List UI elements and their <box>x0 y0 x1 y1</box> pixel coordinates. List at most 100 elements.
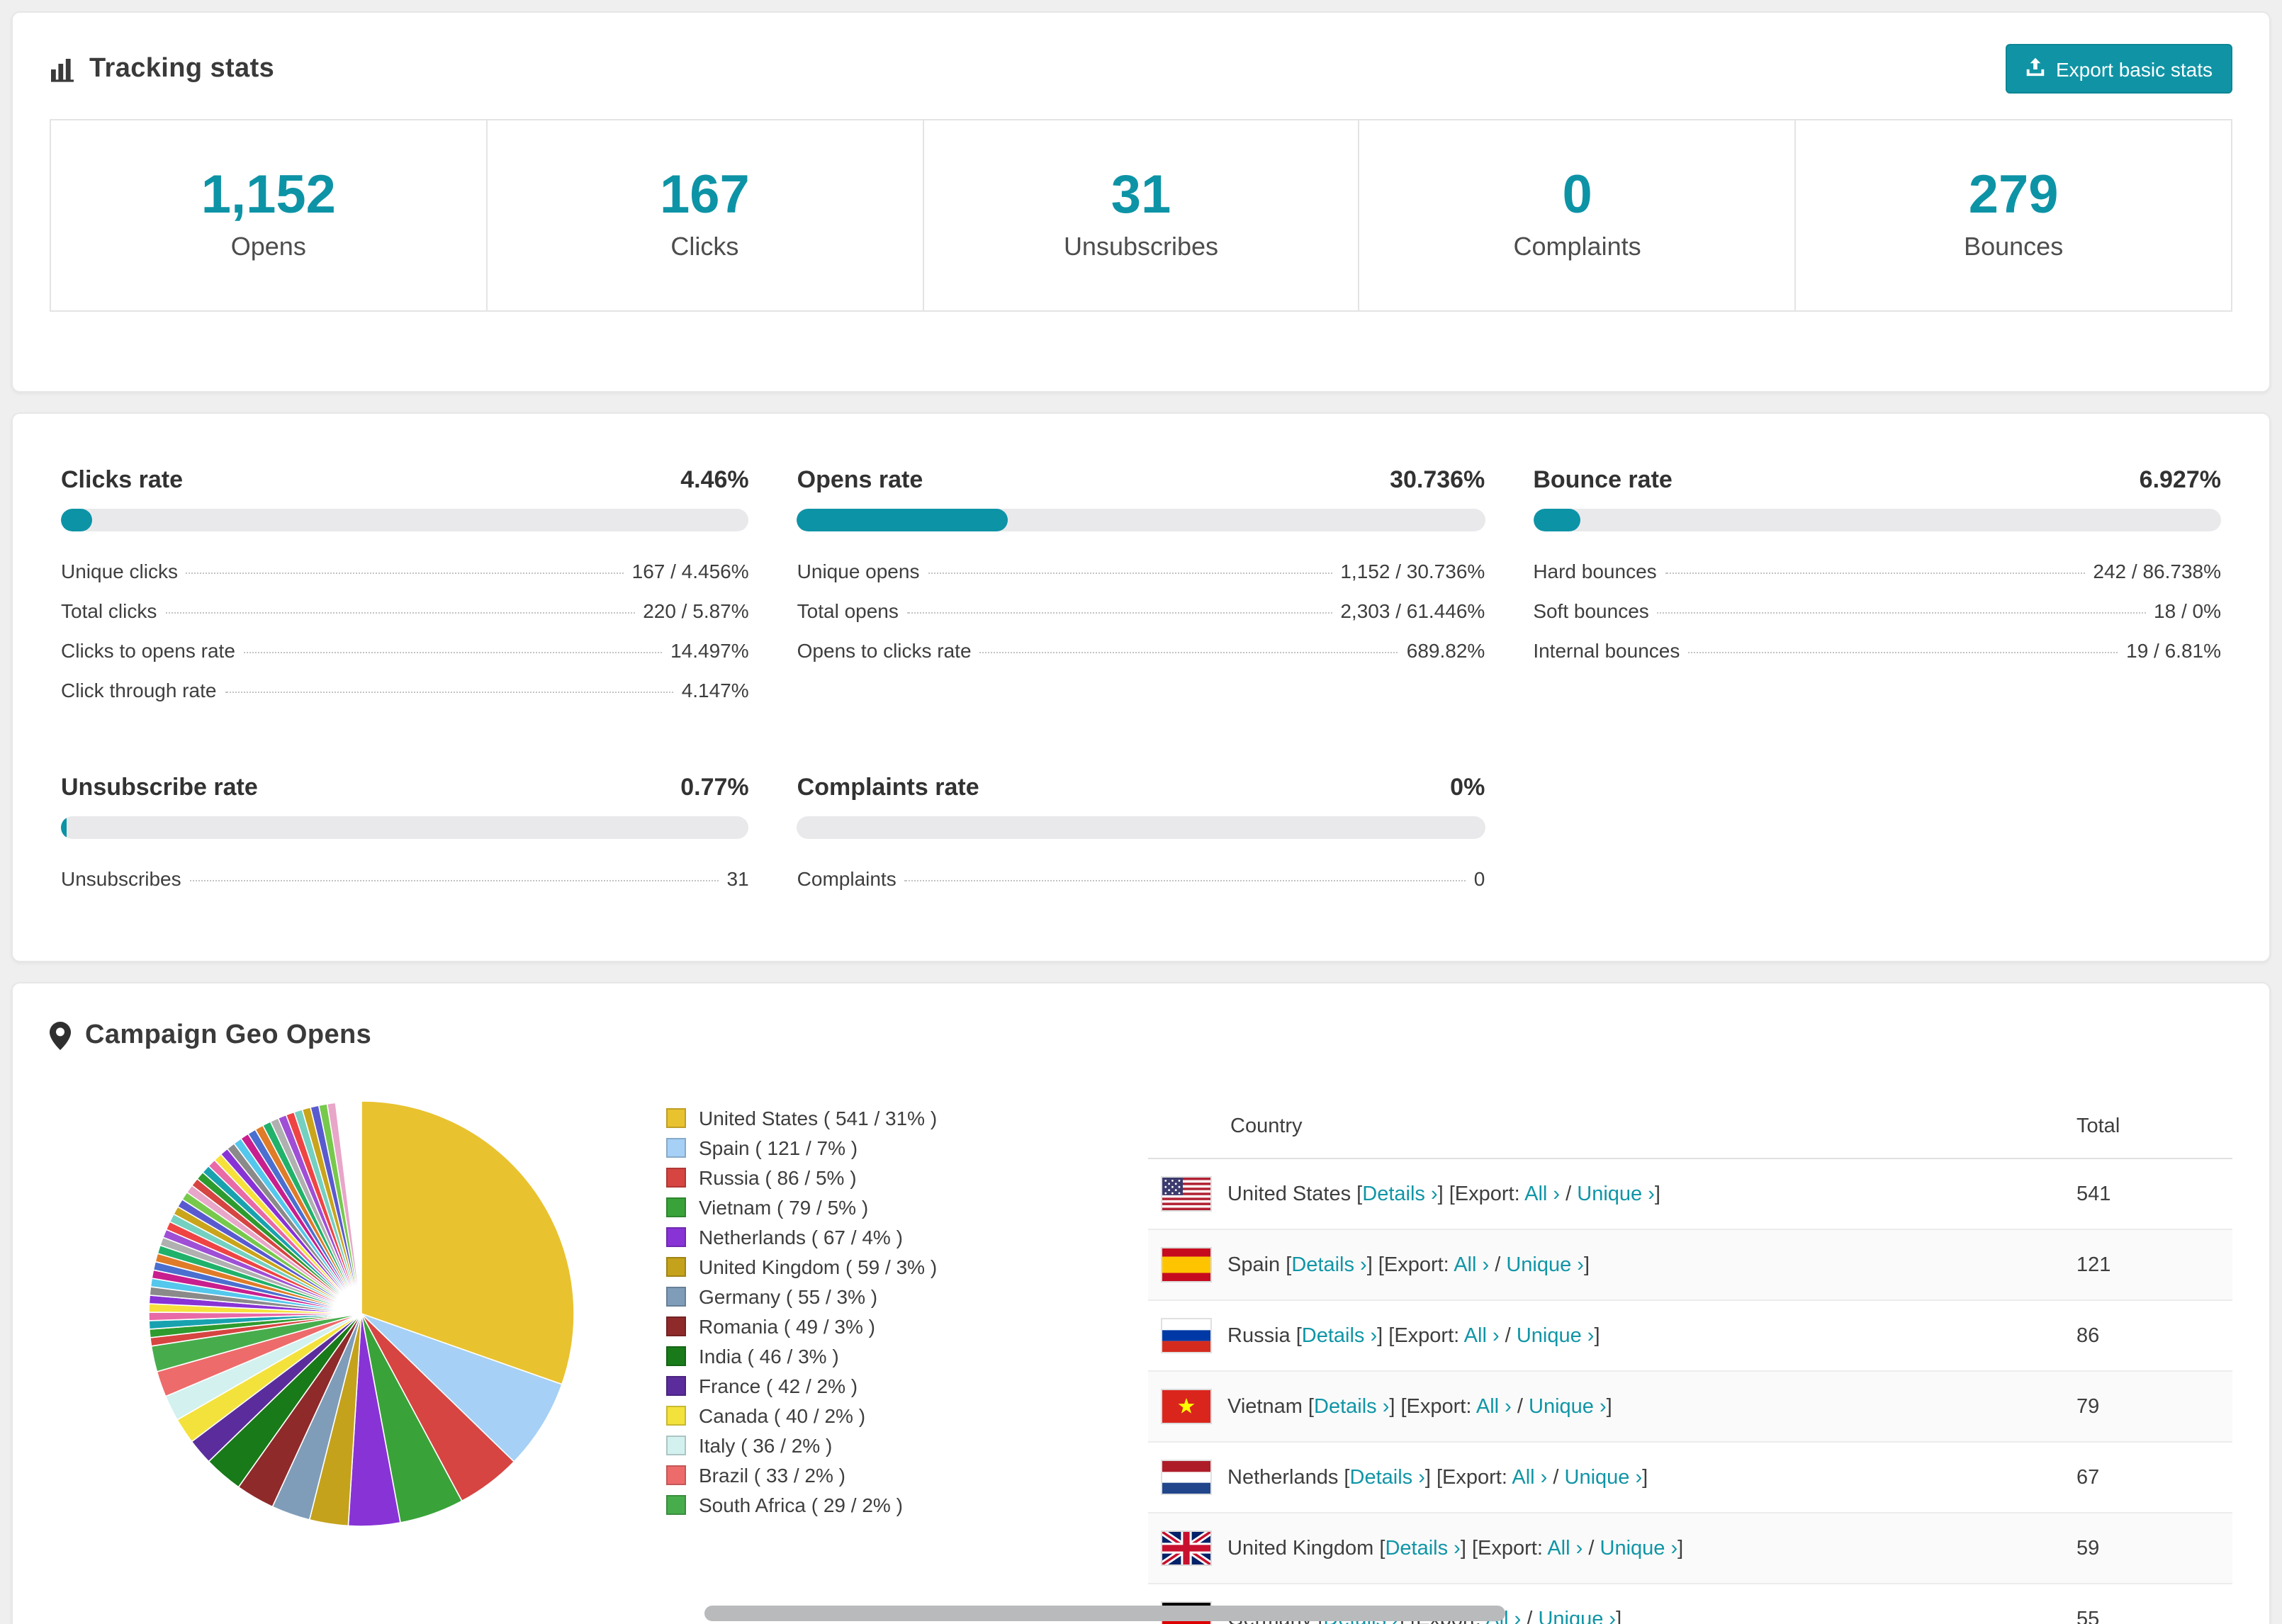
legend-label: Italy ( 36 / 2% ) <box>699 1433 833 1456</box>
export-unique-link[interactable]: Unique › <box>1517 1324 1595 1347</box>
legend-label: United Kingdom ( 59 / 3% ) <box>699 1255 938 1278</box>
stat-value: 279 <box>1968 166 2059 225</box>
dotted-leader <box>1665 573 2085 574</box>
export-all-link[interactable]: All › <box>1512 1466 1547 1489</box>
rate-title: Clicks rate <box>61 466 183 493</box>
legend-swatch <box>666 1435 686 1455</box>
country-total: 86 <box>2076 1324 2100 1347</box>
legend-swatch <box>666 1346 686 1365</box>
details-link[interactable]: Details › <box>1291 1253 1366 1276</box>
legend-item: Netherlands ( 67 / 4% ) <box>666 1222 1091 1251</box>
stat-label: Bounces <box>1964 232 2064 261</box>
rate-stat-label: Clicks to opens rate <box>61 639 235 662</box>
details-link[interactable]: Details › <box>1302 1324 1377 1347</box>
stat-cell: 31 Unsubscribes <box>922 120 1359 310</box>
export-unique-link[interactable]: Unique › <box>1565 1466 1643 1489</box>
horizontal-scrollbar-thumb[interactable] <box>704 1606 1505 1621</box>
legend-label: India ( 46 / 3% ) <box>699 1344 839 1367</box>
export-unique-link[interactable]: Unique › <box>1538 1608 1616 1624</box>
rate-progress-track <box>797 816 1485 839</box>
rate-stat-label: Opens to clicks rate <box>797 639 972 662</box>
stat-label: Complaints <box>1513 232 1641 261</box>
rate-stat-row: Clicks to opens rate 14.497% <box>61 639 749 679</box>
flag-vn-icon <box>1162 1390 1210 1423</box>
export-all-link[interactable]: All › <box>1464 1324 1500 1347</box>
legend-item: Romania ( 49 / 3% ) <box>666 1311 1091 1341</box>
stat-cell: 1,152 Opens <box>51 120 486 310</box>
rate-progress-track <box>61 509 749 531</box>
rate-stat-value: 14.497% <box>670 639 749 662</box>
export-unique-link[interactable]: Unique › <box>1506 1253 1584 1276</box>
export-unique-link[interactable]: Unique › <box>1577 1183 1655 1205</box>
export-all-link[interactable]: All › <box>1524 1183 1560 1205</box>
details-link[interactable]: Details › <box>1362 1183 1437 1205</box>
rate-stat-value: 18 / 0% <box>2154 599 2221 622</box>
export-all-link[interactable]: All › <box>1454 1253 1489 1276</box>
legend-label: Vietnam ( 79 / 5% ) <box>699 1195 869 1218</box>
rate-stat-label: Unique clicks <box>61 560 178 582</box>
dotted-leader <box>186 573 624 574</box>
tracking-stats-card: Tracking stats Export basic stats 1,152 … <box>11 11 2271 393</box>
legend-item: Vietnam ( 79 / 5% ) <box>666 1192 1091 1222</box>
geo-pie-chart <box>142 1094 581 1533</box>
details-link[interactable]: Details › <box>1385 1537 1460 1560</box>
rate-title: Opens rate <box>797 466 923 493</box>
legend-item: United States ( 541 / 31% ) <box>666 1103 1091 1132</box>
geo-table-row: United States [Details ›] [Export: All ›… <box>1148 1159 2232 1230</box>
legend-swatch <box>666 1137 686 1157</box>
legend-label: Romania ( 49 / 3% ) <box>699 1314 875 1337</box>
stat-cell: 279 Bounces <box>1794 120 2231 310</box>
bar-chart-icon <box>50 56 75 81</box>
rate-stat-row: Total clicks 220 / 5.87% <box>61 599 749 639</box>
country-total: 121 <box>2076 1253 2111 1276</box>
flag-ru-icon <box>1162 1319 1210 1352</box>
rate-title: Bounce rate <box>1533 466 1673 493</box>
flag-gb-icon <box>1162 1532 1210 1564</box>
rate-block: Unsubscribe rate 0.77% Unsubscribes 31 <box>61 772 749 907</box>
legend-item: France ( 42 / 2% ) <box>666 1370 1091 1400</box>
rate-progress-fill <box>797 509 1008 531</box>
rate-block: Complaints rate 0% Complaints 0 <box>797 772 1485 907</box>
legend-item: Brazil ( 33 / 2% ) <box>666 1460 1091 1489</box>
legend-swatch <box>666 1494 686 1514</box>
legend-swatch <box>666 1316 686 1336</box>
country-name: United Kingdom <box>1227 1537 1374 1560</box>
legend-swatch <box>666 1227 686 1246</box>
stat-label: Opens <box>230 232 306 261</box>
geo-title: Campaign Geo Opens <box>50 1020 371 1051</box>
rate-progress-track <box>1533 509 2221 531</box>
rate-title: Complaints rate <box>797 774 979 801</box>
rates-card: Clicks rate 4.46% Unique clicks 167 / 4.… <box>11 412 2271 962</box>
geo-legend: United States ( 541 / 31% ) Spain ( 121 … <box>666 1103 1091 1519</box>
dotted-leader <box>1688 652 2118 653</box>
dotted-leader <box>928 573 1332 574</box>
export-icon <box>2025 57 2045 81</box>
legend-swatch <box>666 1286 686 1306</box>
country-total: 79 <box>2076 1395 2100 1418</box>
legend-label: Germany ( 55 / 3% ) <box>699 1285 878 1307</box>
rate-progress-track <box>61 816 749 839</box>
rate-stat-label: Unsubscribes <box>61 867 181 890</box>
details-link[interactable]: Details › <box>1350 1466 1425 1489</box>
flag-es-icon <box>1162 1248 1210 1281</box>
rate-stat-value: 1,152 / 30.736% <box>1340 560 1485 582</box>
export-unique-link[interactable]: Unique › <box>1529 1395 1607 1418</box>
legend-swatch <box>666 1256 686 1276</box>
stat-value: 0 <box>1562 166 1592 225</box>
details-link[interactable]: Details › <box>1314 1395 1389 1418</box>
export-all-link[interactable]: All › <box>1547 1537 1583 1560</box>
export-basic-stats-button[interactable]: Export basic stats <box>2005 44 2232 94</box>
legend-label: Brazil ( 33 / 2% ) <box>699 1463 845 1486</box>
rate-progress-fill <box>61 816 67 839</box>
legend-label: Canada ( 40 / 2% ) <box>699 1404 866 1426</box>
country-total: 59 <box>2076 1537 2100 1560</box>
export-unique-link[interactable]: Unique › <box>1600 1537 1678 1560</box>
export-all-link[interactable]: All › <box>1476 1395 1512 1418</box>
rate-stat-row: Soft bounces 18 / 0% <box>1533 599 2221 639</box>
rate-stat-row: Unique clicks 167 / 4.456% <box>61 560 749 599</box>
legend-item: India ( 46 / 3% ) <box>666 1341 1091 1370</box>
legend-swatch <box>666 1375 686 1395</box>
country-name: Spain <box>1227 1253 1281 1276</box>
rate-stat-value: 2,303 / 61.446% <box>1340 599 1485 622</box>
rate-stat-row: Total opens 2,303 / 61.446% <box>797 599 1485 639</box>
